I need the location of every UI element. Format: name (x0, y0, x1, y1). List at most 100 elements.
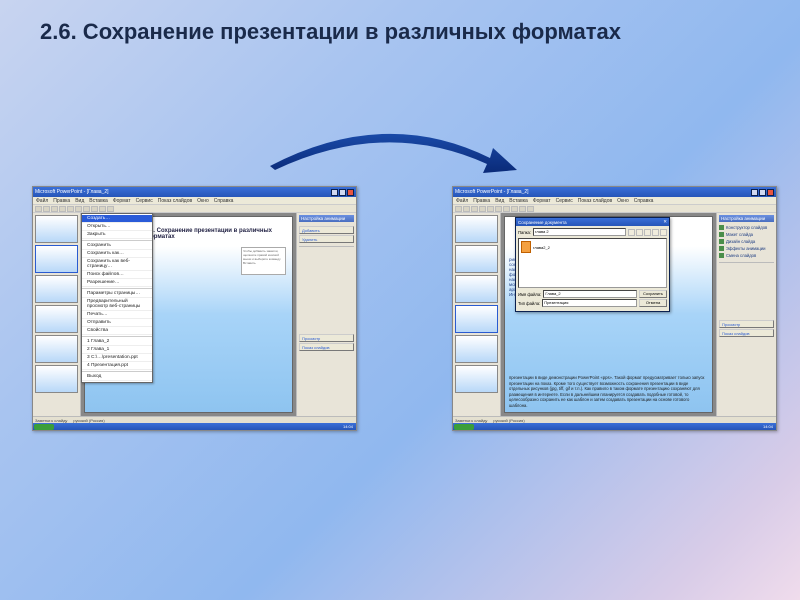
slide-thumb[interactable] (455, 365, 498, 393)
menu-help[interactable]: Справка (634, 198, 654, 204)
start-button[interactable] (34, 424, 54, 430)
minimize-button[interactable] (331, 189, 338, 196)
task-remove-button[interactable]: Удалить (299, 235, 354, 243)
dialog-back-icon[interactable] (628, 229, 635, 236)
toolbar-button[interactable] (471, 206, 478, 212)
toolbar-button[interactable] (51, 206, 58, 212)
menu-item-save-as[interactable]: Сохранить как… (82, 250, 152, 258)
save-button[interactable]: Сохранить (639, 290, 667, 298)
menu-item-new[interactable]: Создать… (82, 215, 152, 223)
start-button[interactable] (454, 424, 474, 430)
toolbar-button[interactable] (67, 206, 74, 212)
file-list-item[interactable]: глава2_2 (533, 245, 550, 250)
menu-item-exit[interactable]: Выход (82, 373, 152, 381)
maximize-button[interactable] (759, 189, 766, 196)
toolbar-button[interactable] (455, 206, 462, 212)
toolbar-button[interactable] (91, 206, 98, 212)
menu-slideshow[interactable]: Показ слайдов (578, 198, 612, 204)
toolbar-button[interactable] (83, 206, 90, 212)
menu-item-recent[interactable]: 3 C:\…\presentation.ppt (82, 354, 152, 362)
toolbar-button[interactable] (99, 206, 106, 212)
menu-item-print[interactable]: Печать… (82, 311, 152, 319)
dialog-tools-icon[interactable] (660, 229, 667, 236)
menu-item-recent[interactable]: 1 Глава_2 (82, 338, 152, 346)
menu-tools[interactable]: Сервис (136, 198, 153, 204)
menu-item-recent[interactable]: 2 Глава_1 (82, 346, 152, 354)
menu-format[interactable]: Формат (533, 198, 551, 204)
slide-thumb[interactable] (455, 275, 498, 303)
close-button[interactable] (767, 189, 774, 196)
slide-thumb[interactable] (35, 365, 78, 393)
task-link[interactable]: Смена слайдов (719, 252, 774, 259)
slide-thumb[interactable] (455, 245, 498, 273)
task-link[interactable]: Эффекты анимации (719, 245, 774, 252)
menu-item-send[interactable]: Отправить (82, 319, 152, 327)
windows-taskbar[interactable]: 14:04 (33, 423, 356, 430)
task-play-button[interactable]: Просмотр (719, 320, 774, 328)
menu-format[interactable]: Формат (113, 198, 131, 204)
slide-thumb[interactable] (35, 335, 78, 363)
slide-thumb[interactable] (35, 215, 78, 243)
filename-input[interactable]: Глава_2 (543, 290, 637, 298)
folder-combo[interactable]: глава 2 (533, 228, 626, 236)
menu-item-save[interactable]: Сохранить (82, 242, 152, 250)
toolbar-button[interactable] (511, 206, 518, 212)
menu-item-close[interactable]: Закрыть (82, 231, 152, 239)
menu-help[interactable]: Справка (214, 198, 234, 204)
toolbar-button[interactable] (43, 206, 50, 212)
menu-insert[interactable]: Вставка (89, 198, 108, 204)
toolbar-button[interactable] (75, 206, 82, 212)
task-add-button[interactable]: Добавить (299, 226, 354, 234)
menu-item-permission[interactable]: Разрешение… (82, 279, 152, 287)
task-play-button[interactable]: Просмотр (299, 334, 354, 342)
menu-item-properties[interactable]: Свойства (82, 327, 152, 335)
toolbar-button[interactable] (479, 206, 486, 212)
dialog-close-icon[interactable]: ✕ (663, 219, 667, 225)
task-link[interactable]: Макет слайда (719, 231, 774, 238)
slide-thumbnails-panel[interactable] (453, 213, 501, 416)
menu-window[interactable]: Окно (197, 198, 209, 204)
task-link[interactable]: Конструктор слайдов (719, 224, 774, 231)
dialog-file-list[interactable]: глава2_2 (518, 238, 667, 288)
slide-thumb[interactable] (455, 335, 498, 363)
toolbar-button[interactable] (503, 206, 510, 212)
menu-view[interactable]: Вид (495, 198, 504, 204)
menu-window[interactable]: Окно (617, 198, 629, 204)
task-show-button[interactable]: Показ слайдов (299, 343, 354, 351)
slide-thumb[interactable] (35, 305, 78, 333)
dialog-views-icon[interactable] (652, 229, 659, 236)
toolbar-button[interactable] (463, 206, 470, 212)
toolbar-button[interactable] (35, 206, 42, 212)
menu-item-filesearch[interactable]: Поиск файлов… (82, 271, 152, 279)
close-button[interactable] (347, 189, 354, 196)
slide-thumb[interactable] (35, 245, 78, 273)
slide-thumb[interactable] (455, 305, 498, 333)
menu-item-open[interactable]: Открыть… (82, 223, 152, 231)
menu-insert[interactable]: Вставка (509, 198, 528, 204)
menu-edit[interactable]: Правка (53, 198, 70, 204)
slide-thumb[interactable] (455, 215, 498, 243)
menu-item-save-web[interactable]: Сохранить как веб-страницу… (82, 258, 152, 271)
save-as-dialog[interactable]: Сохранение документа ✕ Папка: глава 2 (515, 217, 670, 312)
menu-bar[interactable]: Файл Правка Вид Вставка Формат Сервис По… (33, 197, 356, 205)
slide-thumb[interactable] (35, 275, 78, 303)
cancel-button[interactable]: Отмена (639, 299, 667, 307)
menu-file[interactable]: Файл (36, 198, 48, 204)
toolbar-button[interactable] (519, 206, 526, 212)
menu-edit[interactable]: Правка (473, 198, 490, 204)
menu-item-page-setup[interactable]: Параметры страницы… (82, 290, 152, 298)
filetype-combo[interactable]: Презентация (542, 299, 637, 307)
task-show-button[interactable]: Показ слайдов (719, 329, 774, 337)
toolbar-button[interactable] (527, 206, 534, 212)
menu-bar[interactable]: Файл Правка Вид Вставка Формат Сервис По… (453, 197, 776, 205)
dialog-newfolder-icon[interactable] (644, 229, 651, 236)
toolbar-button[interactable] (487, 206, 494, 212)
toolbar-button[interactable] (495, 206, 502, 212)
dialog-up-icon[interactable] (636, 229, 643, 236)
menu-view[interactable]: Вид (75, 198, 84, 204)
toolbar-button[interactable] (107, 206, 114, 212)
menu-slideshow[interactable]: Показ слайдов (158, 198, 192, 204)
task-link[interactable]: Дизайн слайда (719, 238, 774, 245)
menu-file[interactable]: Файл (456, 198, 468, 204)
windows-taskbar[interactable]: 14:04 (453, 423, 776, 430)
